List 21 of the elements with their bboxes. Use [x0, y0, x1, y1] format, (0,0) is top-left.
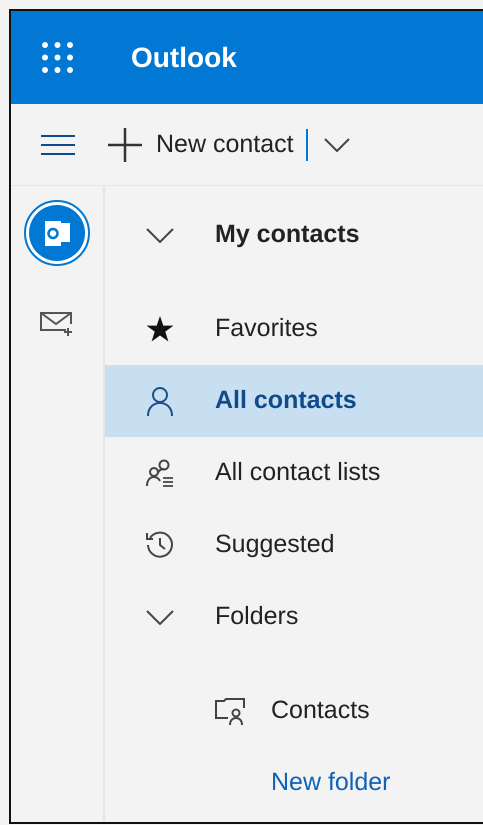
app-title: Outlook — [131, 40, 237, 74]
menu-icon[interactable] — [41, 134, 75, 154]
person-icon — [147, 386, 173, 416]
nav-item[interactable]: Favorites — [105, 293, 483, 365]
new-folder-link[interactable]: New folder — [271, 764, 390, 802]
history-icon — [145, 530, 175, 560]
contact-list-icon — [146, 459, 174, 487]
star-icon — [146, 316, 174, 342]
new-mail-icon[interactable] — [39, 311, 75, 337]
section-title[interactable]: Folders — [215, 598, 298, 636]
contact-folder-icon — [215, 698, 245, 724]
nav-item[interactable]: Suggested — [105, 509, 483, 581]
nav-item[interactable]: Contacts — [105, 675, 483, 747]
nav-item[interactable]: All contacts — [105, 365, 483, 437]
plus-icon — [108, 128, 142, 162]
app-launcher-icon[interactable] — [41, 41, 74, 74]
new-contact-button[interactable]: New contact — [108, 126, 294, 164]
nav-item[interactable]: All contact lists — [105, 437, 483, 509]
section-title[interactable]: My contacts — [215, 216, 360, 254]
chevron-down-icon[interactable] — [324, 138, 350, 152]
outlook-logo-icon[interactable] — [23, 199, 91, 267]
